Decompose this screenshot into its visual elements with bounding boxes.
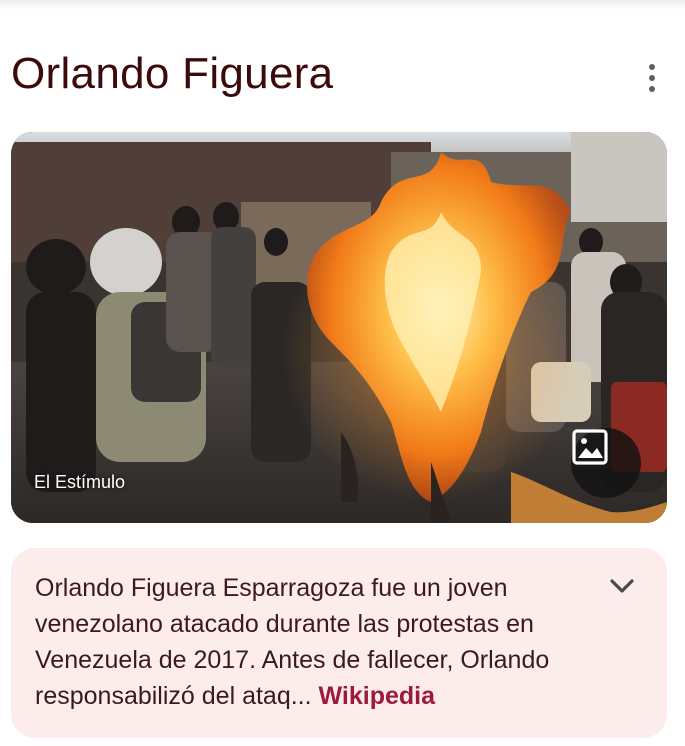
more-vert-icon[interactable] <box>636 60 668 96</box>
description-ellipsis: ... <box>290 682 312 710</box>
entity-title: Orlando Figuera <box>11 49 334 98</box>
image-icon[interactable] <box>571 428 641 498</box>
chevron-down-icon[interactable] <box>607 574 637 598</box>
image-glyph <box>572 429 608 465</box>
entity-image[interactable]: El Estímulo <box>11 132 667 523</box>
top-divider <box>0 0 685 10</box>
photo-scene <box>11 132 667 523</box>
image-credit[interactable]: El Estímulo <box>34 472 125 493</box>
description-text: Orlando Figuera Esparragoza fue un joven… <box>35 570 595 714</box>
description-card[interactable]: Orlando Figuera Esparragoza fue un joven… <box>11 548 667 738</box>
wikipedia-link[interactable]: Wikipedia <box>319 682 435 710</box>
